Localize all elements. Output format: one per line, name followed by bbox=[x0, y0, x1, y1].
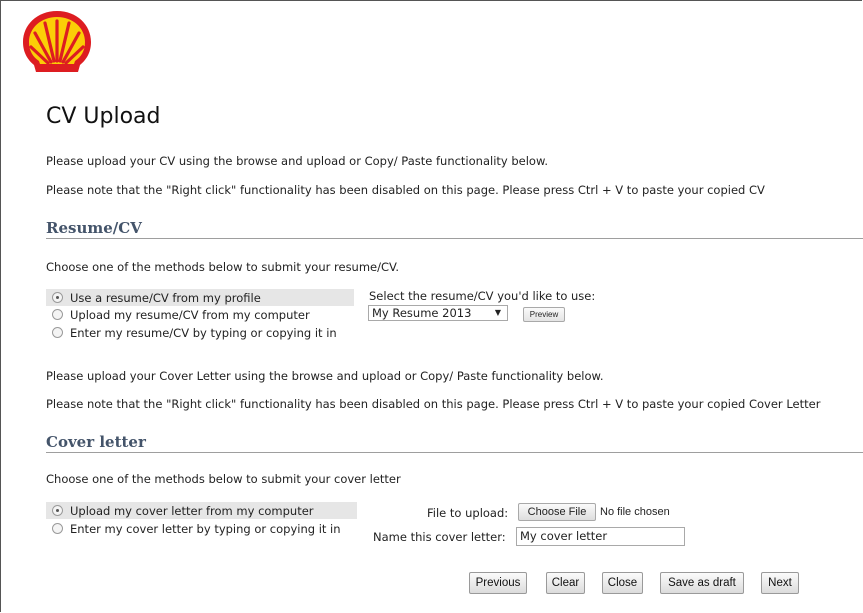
cover-instruction: Choose one of the methods below to submi… bbox=[46, 472, 401, 486]
radio-button[interactable] bbox=[52, 309, 63, 320]
clear-button[interactable]: Clear bbox=[546, 572, 585, 594]
resume-instruction: Choose one of the methods below to submi… bbox=[46, 260, 400, 274]
close-button[interactable]: Close bbox=[602, 572, 643, 594]
cover-option-upload[interactable]: Upload my cover letter from my computer bbox=[46, 502, 357, 519]
no-file-text: No file chosen bbox=[600, 506, 670, 518]
page-title: CV Upload bbox=[46, 104, 161, 129]
cover-name-input[interactable]: My cover letter bbox=[516, 527, 685, 546]
preview-button[interactable]: Preview bbox=[523, 307, 565, 322]
cover-intro-text: Please upload your Cover Letter using th… bbox=[46, 369, 604, 383]
cover-name-label: Name this cover letter: bbox=[373, 530, 506, 544]
resume-section-heading: Resume/CV bbox=[46, 219, 142, 237]
radio-button[interactable] bbox=[52, 505, 63, 516]
cover-section-divider bbox=[46, 452, 863, 453]
radio-button[interactable] bbox=[52, 523, 63, 534]
resume-select-label: Select the resume/CV you'd like to use: bbox=[369, 289, 596, 303]
resume-option-label: Use a resume/CV from my profile bbox=[70, 290, 261, 305]
cover-section-heading: Cover letter bbox=[46, 433, 146, 451]
radio-button[interactable] bbox=[52, 292, 63, 303]
resume-section-divider bbox=[46, 238, 863, 239]
next-button[interactable]: Next bbox=[761, 572, 799, 594]
previous-button[interactable]: Previous bbox=[469, 572, 527, 594]
choose-file-button[interactable]: Choose File bbox=[518, 503, 596, 521]
resume-option-profile[interactable]: Use a resume/CV from my profile bbox=[46, 289, 354, 306]
cover-option-label: Enter my cover letter by typing or copyi… bbox=[70, 521, 341, 536]
resume-select-value: My Resume 2013 bbox=[372, 306, 472, 320]
resume-select[interactable]: My Resume 2013 ▼ bbox=[368, 305, 508, 321]
shell-logo-icon bbox=[23, 11, 91, 72]
cover-option-label: Upload my cover letter from my computer bbox=[70, 503, 314, 518]
resume-option-upload[interactable]: Upload my resume/CV from my computer bbox=[46, 306, 310, 323]
resume-option-label: Enter my resume/CV by typing or copying … bbox=[70, 325, 337, 340]
cv-right-click-note: Please note that the "Right click" funct… bbox=[46, 183, 765, 197]
radio-button[interactable] bbox=[52, 327, 63, 338]
chevron-down-icon: ▼ bbox=[494, 308, 501, 317]
save-draft-button[interactable]: Save as draft bbox=[660, 572, 744, 594]
cover-right-click-note: Please note that the "Right click" funct… bbox=[46, 397, 821, 411]
resume-option-label: Upload my resume/CV from my computer bbox=[70, 307, 310, 322]
cover-option-enter[interactable]: Enter my cover letter by typing or copyi… bbox=[46, 520, 341, 537]
file-upload-label: File to upload: bbox=[427, 506, 509, 520]
cv-intro-text: Please upload your CV using the browse a… bbox=[46, 154, 548, 168]
resume-option-enter[interactable]: Enter my resume/CV by typing or copying … bbox=[46, 324, 337, 341]
